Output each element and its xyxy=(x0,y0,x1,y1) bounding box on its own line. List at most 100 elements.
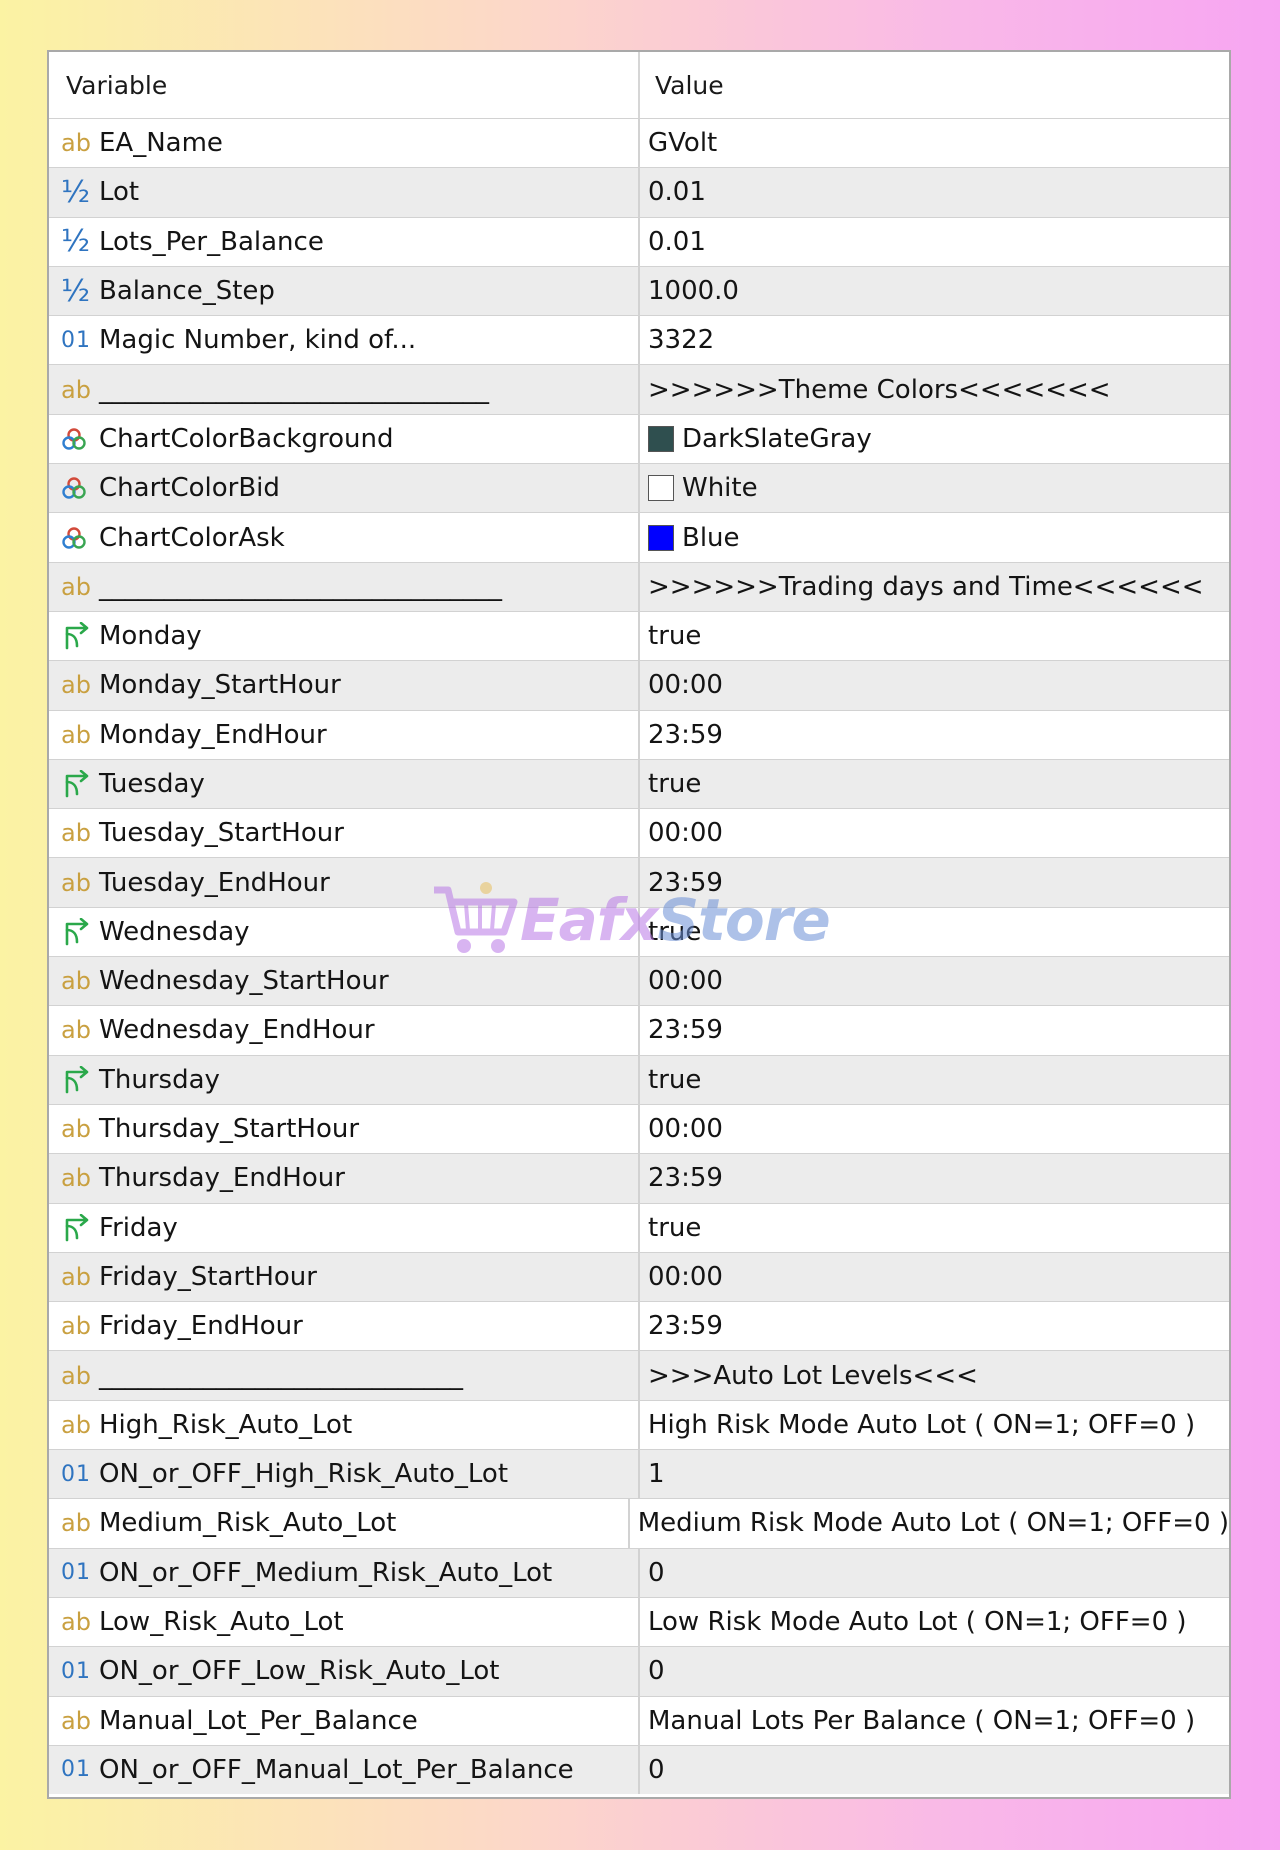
value-cell[interactable]: 1000.0 xyxy=(640,267,1229,315)
value-cell[interactable]: 23:59 xyxy=(640,1302,1229,1350)
variable-cell[interactable]: Wednesday xyxy=(49,907,640,957)
variable-cell[interactable]: ChartColorAsk xyxy=(49,513,640,562)
value-cell[interactable]: Medium Risk Mode Auto Lot ( ON=1; OFF=0 … xyxy=(630,1499,1229,1547)
variable-cell[interactable]: Monday xyxy=(49,611,640,661)
value-cell[interactable]: true xyxy=(640,1204,1229,1252)
table-row[interactable]: ab Friday_StartHour 00:00 xyxy=(49,1251,1229,1302)
variable-cell[interactable]: ab Friday_StartHour xyxy=(49,1252,640,1302)
variable-cell[interactable]: ab Manual_Lot_Per_Balance xyxy=(49,1696,640,1745)
value-cell[interactable]: >>>>>>Trading days and Time<<<<<< xyxy=(640,563,1229,611)
variable-cell[interactable]: ab Thursday_EndHour xyxy=(49,1154,640,1203)
variable-cell[interactable]: ab Medium_Risk_Auto_Lot xyxy=(49,1499,630,1548)
variable-cell[interactable]: 01 ON_or_OFF_Medium_Risk_Auto_Lot xyxy=(49,1548,640,1597)
value-cell[interactable]: Blue xyxy=(640,513,1229,561)
table-row[interactable]: ab ____________________________ >>>Auto Lo… xyxy=(49,1350,1229,1400)
table-row[interactable]: ½ Lots_Per_Balance 0.01 xyxy=(49,216,1229,266)
variable-cell[interactable]: ChartColorBackground xyxy=(49,414,640,464)
table-row[interactable]: ab ______________________________ >>>>>>Th… xyxy=(49,364,1229,414)
table-row[interactable]: ab Tuesday_StartHour 00:00 xyxy=(49,808,1229,858)
table-row[interactable]: 01 ON_or_OFF_Low_Risk_Auto_Lot 0 xyxy=(49,1646,1229,1696)
variable-cell[interactable]: Friday xyxy=(49,1203,640,1252)
value-cell[interactable]: High Risk Mode Auto Lot ( ON=1; OFF=0 ) xyxy=(640,1401,1229,1449)
table-row[interactable]: ½ Lot 0.01 xyxy=(49,167,1229,217)
variable-cell[interactable]: ½ Lots_Per_Balance xyxy=(49,217,640,266)
value-cell[interactable]: true xyxy=(640,760,1229,808)
value-cell[interactable]: Manual Lots Per Balance ( ON=1; OFF=0 ) xyxy=(640,1697,1229,1745)
table-row[interactable]: Tuesday true xyxy=(49,758,1229,809)
value-cell[interactable]: 23:59 xyxy=(640,1006,1229,1054)
variable-cell[interactable]: ab Friday_EndHour xyxy=(49,1302,640,1351)
variable-cell[interactable]: 01 ON_or_OFF_Manual_Lot_Per_Balance xyxy=(49,1745,640,1795)
value-cell[interactable]: GVolt xyxy=(640,119,1229,167)
variable-cell[interactable]: ½ Lot xyxy=(49,168,640,217)
variable-cell[interactable]: ½ Balance_Step xyxy=(49,266,640,316)
variable-cell[interactable]: ab Wednesday_StartHour xyxy=(49,957,640,1006)
value-cell[interactable]: 00:00 xyxy=(640,661,1229,709)
variable-cell[interactable]: ab _______________________________ xyxy=(49,562,640,611)
table-row[interactable]: ab Low_Risk_Auto_Lot Low Risk Mode Auto Lo… xyxy=(49,1596,1229,1647)
table-row[interactable]: ChartColorAsk Blue xyxy=(49,512,1229,562)
table-row[interactable]: ab High_Risk_Auto_Lot High Risk Mode Auto … xyxy=(49,1399,1229,1450)
table-row[interactable]: ab Thursday_EndHour 23:59 xyxy=(49,1153,1229,1203)
value-cell[interactable]: 00:00 xyxy=(640,957,1229,1005)
value-cell[interactable]: >>>Auto Lot Levels<<< xyxy=(640,1351,1229,1399)
value-cell[interactable]: 0.01 xyxy=(640,218,1229,266)
table-row[interactable]: ab Tuesday_EndHour 23:59 xyxy=(49,857,1229,907)
table-row[interactable]: ab Wednesday_EndHour 23:59 xyxy=(49,1005,1229,1055)
table-row[interactable]: ab EA_Name GVolt xyxy=(49,118,1229,168)
table-row[interactable]: ab Medium_Risk_Auto_Lot Medium Risk Mode A… xyxy=(49,1498,1229,1548)
table-row[interactable]: ab Friday_EndHour 23:59 xyxy=(49,1301,1229,1351)
variable-cell[interactable]: ab Wednesday_EndHour xyxy=(49,1006,640,1055)
variable-cell[interactable]: 01 ON_or_OFF_Low_Risk_Auto_Lot xyxy=(49,1647,640,1696)
table-row[interactable]: Wednesday true xyxy=(49,906,1229,957)
table-row[interactable]: ChartColorBid White xyxy=(49,463,1229,513)
variable-cell[interactable]: ab Low_Risk_Auto_Lot xyxy=(49,1597,640,1647)
value-cell[interactable]: Low Risk Mode Auto Lot ( ON=1; OFF=0 ) xyxy=(640,1598,1229,1646)
variable-cell[interactable]: ChartColorBid xyxy=(49,464,640,513)
value-cell[interactable]: 23:59 xyxy=(640,1154,1229,1202)
value-cell[interactable]: 1 xyxy=(640,1450,1229,1498)
value-cell[interactable]: White xyxy=(640,464,1229,512)
value-cell[interactable]: >>>>>>Theme Colors<<<<<<< xyxy=(640,365,1229,413)
value-cell[interactable]: 00:00 xyxy=(640,1253,1229,1301)
variable-cell[interactable]: ab ______________________________ xyxy=(49,365,640,414)
value-cell[interactable]: 00:00 xyxy=(640,809,1229,857)
table-row[interactable]: 01 ON_or_OFF_High_Risk_Auto_Lot 1 xyxy=(49,1449,1229,1499)
value-cell[interactable]: 0 xyxy=(640,1647,1229,1695)
table-row[interactable]: ab Wednesday_StartHour 00:00 xyxy=(49,956,1229,1006)
variable-cell[interactable]: ab Monday_EndHour xyxy=(49,710,640,759)
value-cell[interactable]: DarkSlateGray xyxy=(640,415,1229,463)
variable-cell[interactable]: Tuesday xyxy=(49,759,640,809)
variable-cell[interactable]: Thursday xyxy=(49,1055,640,1104)
variable-cell[interactable]: ab Monday_StartHour xyxy=(49,661,640,710)
variable-column-header[interactable]: Variable xyxy=(49,52,640,118)
variable-cell[interactable]: ab Tuesday_EndHour xyxy=(49,858,640,907)
table-row[interactable]: 01 ON_or_OFF_Manual_Lot_Per_Balance 0 xyxy=(49,1744,1229,1795)
variable-cell[interactable]: ab EA_Name xyxy=(49,119,640,168)
variable-cell[interactable]: ab Thursday_StartHour xyxy=(49,1104,640,1154)
value-cell[interactable]: 23:59 xyxy=(640,711,1229,759)
table-row[interactable]: ab Monday_EndHour 23:59 xyxy=(49,709,1229,759)
value-cell[interactable]: 0 xyxy=(640,1549,1229,1597)
table-row[interactable]: 01 ON_or_OFF_Medium_Risk_Auto_Lot 0 xyxy=(49,1547,1229,1597)
table-row[interactable]: Monday true xyxy=(49,610,1229,661)
table-row[interactable]: ab _______________________________ >>>>>>T… xyxy=(49,561,1229,611)
value-cell[interactable]: 00:00 xyxy=(640,1105,1229,1153)
table-row[interactable]: ab Manual_Lot_Per_Balance Manual Lots Per … xyxy=(49,1695,1229,1745)
table-row[interactable]: Thursday true xyxy=(49,1054,1229,1104)
table-row[interactable]: ab Thursday_StartHour 00:00 xyxy=(49,1103,1229,1154)
value-cell[interactable]: 3322 xyxy=(640,316,1229,364)
value-cell[interactable]: true xyxy=(640,1056,1229,1104)
variable-cell[interactable]: 01 ON_or_OFF_High_Risk_Auto_Lot xyxy=(49,1450,640,1499)
value-cell[interactable]: 23:59 xyxy=(640,858,1229,906)
table-row[interactable]: ½ Balance_Step 1000.0 xyxy=(49,265,1229,316)
table-row[interactable]: 01 Magic Number, kind of... 3322 xyxy=(49,315,1229,365)
table-row[interactable]: ab Monday_StartHour 00:00 xyxy=(49,660,1229,710)
variable-cell[interactable]: ab High_Risk_Auto_Lot xyxy=(49,1400,640,1450)
value-cell[interactable]: 0.01 xyxy=(640,168,1229,216)
variable-cell[interactable]: 01 Magic Number, kind of... xyxy=(49,316,640,365)
value-cell[interactable]: true xyxy=(640,908,1229,956)
table-row[interactable]: Friday true xyxy=(49,1202,1229,1252)
variable-cell[interactable]: ab ____________________________ xyxy=(49,1351,640,1400)
value-cell[interactable]: true xyxy=(640,612,1229,660)
